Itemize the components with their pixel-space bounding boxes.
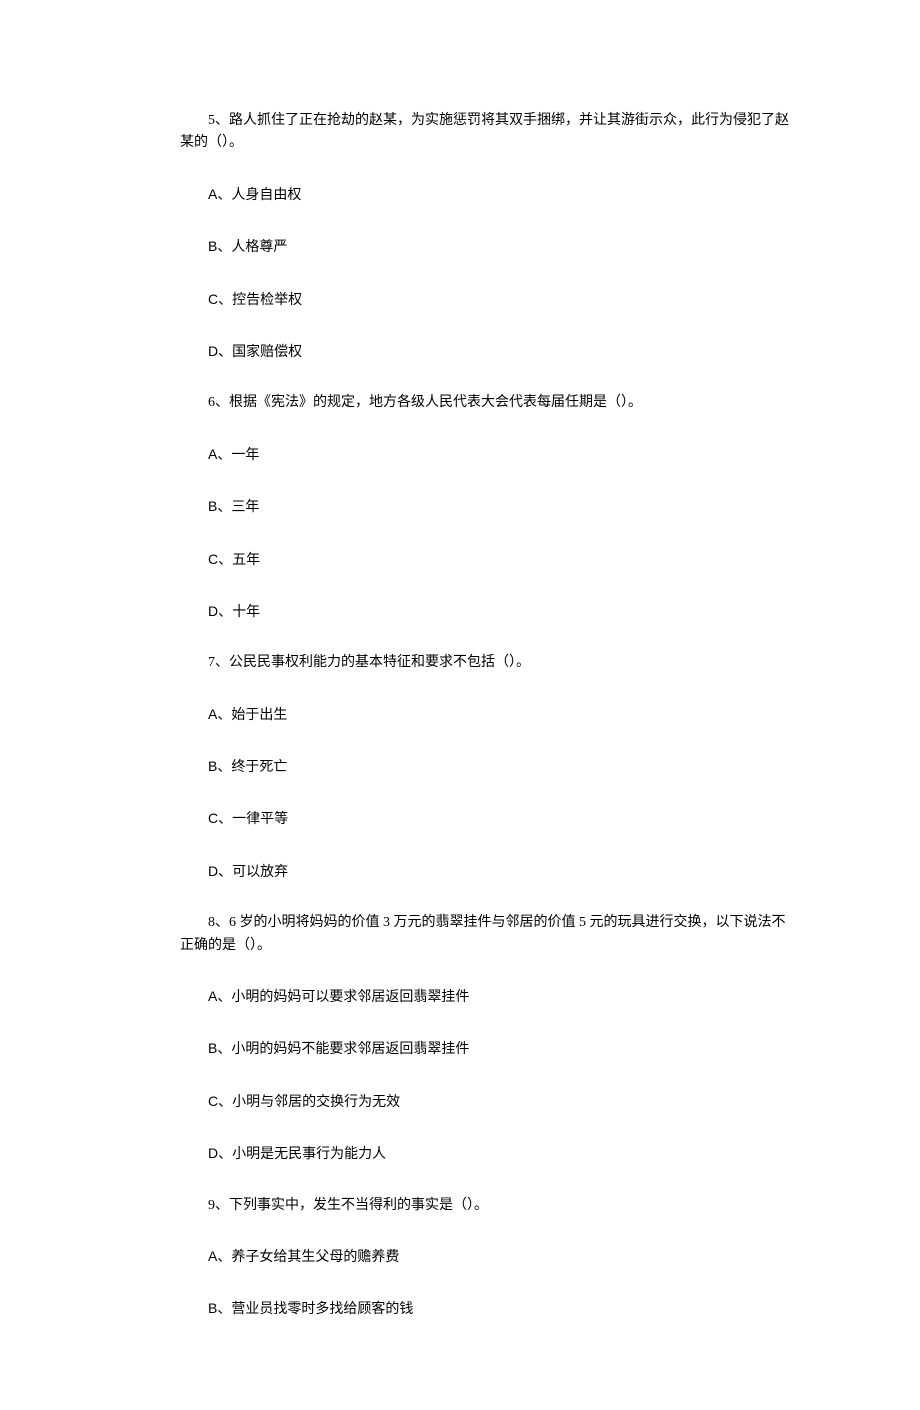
option-text: 终于死亡: [231, 760, 287, 775]
option-text: 营业员找零时多找给顾客的钱: [231, 1302, 413, 1317]
question-text: 7、公民民事权利能力的基本特征和要求不包括（）。: [180, 652, 790, 674]
option-separator: 、: [217, 240, 231, 255]
option-separator: 、: [217, 760, 231, 775]
option-letter: B: [208, 1300, 217, 1316]
option: A、一年: [180, 443, 790, 467]
option: D、可以放弃: [180, 860, 790, 884]
option-text: 养子女给其生父母的赡养费: [231, 1250, 399, 1265]
option-letter: C: [208, 551, 218, 567]
option-letter: B: [208, 498, 217, 514]
option-text: 始于出生: [231, 708, 287, 723]
option-text: 可以放弃: [232, 865, 288, 880]
option-letter: B: [208, 758, 217, 774]
option-letter: B: [208, 238, 217, 254]
option-text: 国家赔偿权: [232, 345, 302, 360]
option-text: 小明的妈妈不能要求邻居返回翡翠挂件: [231, 1042, 469, 1057]
option-text: 小明的妈妈可以要求邻居返回翡翠挂件: [231, 990, 469, 1005]
option-separator: 、: [218, 865, 232, 880]
question-text: 8、6 岁的小明将妈妈的价值 3 万元的翡翠挂件与邻居的价值 5 元的玩具进行交…: [180, 912, 790, 957]
option: D、十年: [180, 600, 790, 624]
option: A、始于出生: [180, 703, 790, 727]
option: B、三年: [180, 495, 790, 519]
option-letter: B: [208, 1040, 217, 1056]
option-letter: C: [208, 810, 218, 826]
option: B、营业员找零时多找给顾客的钱: [180, 1297, 790, 1321]
option-separator: 、: [217, 1302, 231, 1317]
option-separator: 、: [217, 188, 231, 203]
option-text: 人身自由权: [231, 188, 301, 203]
question-text: 5、路人抓住了正在抢劫的赵某，为实施惩罚将其双手捆绑，并让其游街示众，此行为侵犯…: [180, 110, 790, 155]
option-separator: 、: [218, 1147, 232, 1162]
option-separator: 、: [217, 990, 231, 1005]
option: D、小明是无民事行为能力人: [180, 1142, 790, 1166]
option-letter: C: [208, 291, 218, 307]
option-letter: C: [208, 1093, 218, 1109]
option-separator: 、: [217, 448, 231, 463]
option-text: 控告检举权: [232, 293, 302, 308]
document-content: 5、路人抓住了正在抢劫的赵某，为实施惩罚将其双手捆绑，并让其游街示众，此行为侵犯…: [180, 110, 790, 1322]
option-text: 人格尊严: [231, 240, 287, 255]
option-separator: 、: [217, 708, 231, 723]
option-letter: A: [208, 988, 217, 1004]
option-text: 十年: [232, 605, 260, 620]
option: C、控告检举权: [180, 288, 790, 312]
option-letter: D: [208, 343, 218, 359]
option-text: 小明是无民事行为能力人: [232, 1147, 386, 1162]
option-separator: 、: [217, 1250, 231, 1265]
option-text: 小明与邻居的交换行为无效: [232, 1095, 400, 1110]
option: B、人格尊严: [180, 235, 790, 259]
option-separator: 、: [217, 500, 231, 515]
option-separator: 、: [218, 605, 232, 620]
question-text: 6、根据《宪法》的规定，地方各级人民代表大会代表每届任期是（）。: [180, 392, 790, 414]
option-text: 一年: [231, 448, 259, 463]
option-separator: 、: [218, 293, 232, 308]
option-letter: A: [208, 446, 217, 462]
option-text: 五年: [232, 553, 260, 568]
option-separator: 、: [218, 553, 232, 568]
option: A、养子女给其生父母的赡养费: [180, 1245, 790, 1269]
option: A、人身自由权: [180, 183, 790, 207]
option-text: 三年: [231, 500, 259, 515]
option-letter: D: [208, 603, 218, 619]
option: D、国家赔偿权: [180, 340, 790, 364]
option: B、小明的妈妈不能要求邻居返回翡翠挂件: [180, 1037, 790, 1061]
question-text: 9、下列事实中，发生不当得利的事实是（）。: [180, 1195, 790, 1217]
option-letter: A: [208, 706, 217, 722]
option: C、五年: [180, 548, 790, 572]
option: A、小明的妈妈可以要求邻居返回翡翠挂件: [180, 985, 790, 1009]
option-letter: D: [208, 863, 218, 879]
option: B、终于死亡: [180, 755, 790, 779]
option-letter: A: [208, 1248, 217, 1264]
option-separator: 、: [217, 1042, 231, 1057]
option-separator: 、: [218, 1095, 232, 1110]
option: C、一律平等: [180, 807, 790, 831]
option-text: 一律平等: [232, 812, 288, 827]
option: C、小明与邻居的交换行为无效: [180, 1090, 790, 1114]
option-separator: 、: [218, 812, 232, 827]
option-letter: D: [208, 1145, 218, 1161]
option-letter: A: [208, 186, 217, 202]
option-separator: 、: [218, 345, 232, 360]
